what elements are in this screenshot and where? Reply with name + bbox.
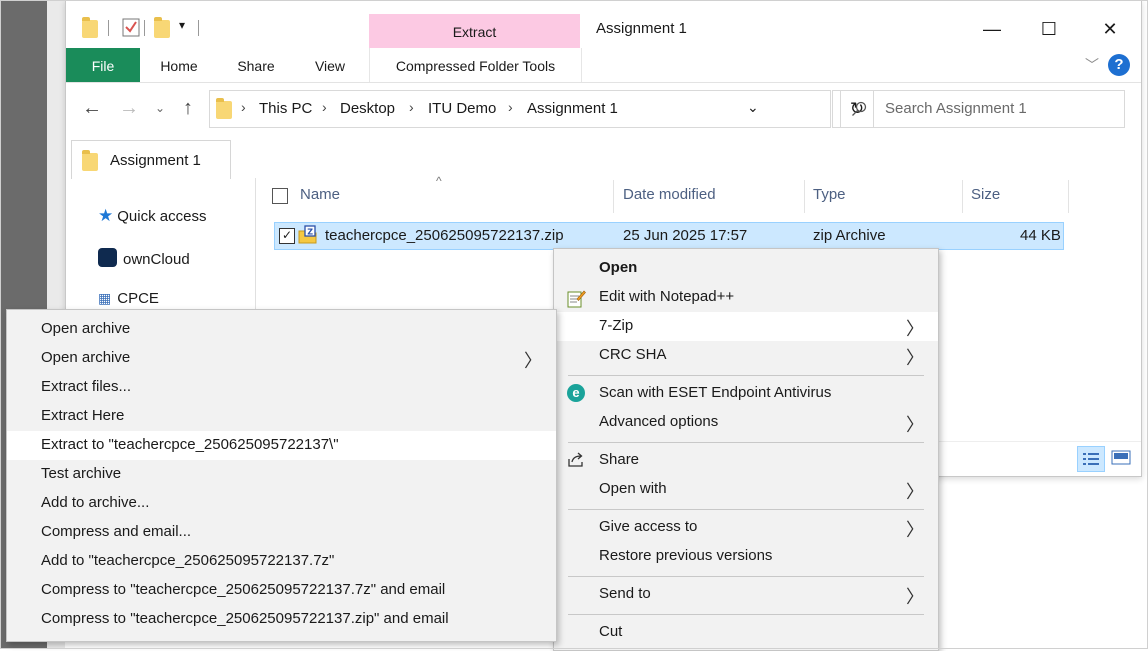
- building-icon: ▦: [98, 290, 112, 306]
- toolbar-separator: [108, 20, 109, 36]
- chevron-right-icon: 〉: [906, 520, 924, 540]
- help-icon[interactable]: ?: [1108, 54, 1130, 76]
- tab-file[interactable]: File: [66, 48, 140, 82]
- submenu-item-compress-zip-email[interactable]: Compress to "teachercpce_250625095722137…: [7, 605, 556, 634]
- close-button[interactable]: ✕: [1087, 10, 1133, 48]
- select-all-checkbox[interactable]: [272, 188, 288, 204]
- menu-item-open-with[interactable]: Open with 〉: [554, 475, 938, 504]
- customize-quick-access-icon[interactable]: ▾: [179, 18, 185, 40]
- submenu-item-extract-to-folder[interactable]: Extract to "teachercpce_250625095722137\…: [7, 431, 556, 460]
- properties-check-icon[interactable]: [122, 17, 140, 39]
- ribbon-tabs: File Home Share View Compressed Folder T…: [66, 48, 1141, 83]
- nav-item-quick-access[interactable]: ★ Quick access: [98, 206, 206, 226]
- notepad-plus-plus-icon: [567, 290, 586, 308]
- chevron-right-icon: ›: [241, 99, 246, 115]
- column-header-type[interactable]: Type: [813, 186, 846, 212]
- chevron-right-icon: 〉: [906, 587, 924, 607]
- submenu-item-open-archive-sub[interactable]: Open archive 〉: [7, 344, 556, 373]
- row-checkbox[interactable]: ✓: [279, 228, 295, 244]
- recent-locations-chevron-icon[interactable]: ⌄: [148, 94, 172, 122]
- chevron-right-icon: ›: [322, 99, 327, 115]
- owncloud-icon: [98, 248, 117, 267]
- menu-item-edit-with-notepad[interactable]: Edit with Notepad++: [554, 283, 938, 312]
- sort-ascending-icon: ^: [436, 174, 442, 188]
- chevron-right-icon: 〉: [524, 351, 542, 371]
- menu-item-give-access[interactable]: Give access to 〉: [554, 513, 938, 542]
- navigation-bar: ← → ⌄ ↑ › This PC › Desktop › ITU Demo ›…: [66, 82, 1141, 132]
- submenu-item-add-to-archive[interactable]: Add to archive...: [7, 489, 556, 518]
- chevron-right-icon: 〉: [906, 415, 924, 435]
- share-icon: [568, 452, 583, 467]
- breadcrumb-desktop[interactable]: Desktop: [340, 100, 395, 117]
- folder-icon: [82, 150, 98, 171]
- svg-text:Z: Z: [307, 228, 313, 237]
- extract-contextual-tab[interactable]: Extract: [369, 14, 580, 48]
- folder-icon: [216, 98, 232, 119]
- tab-home[interactable]: Home: [146, 48, 212, 82]
- menu-item-send-to[interactable]: Send to 〉: [554, 580, 938, 609]
- maximize-button[interactable]: ☐: [1026, 10, 1072, 48]
- context-menu: Open Edit with Notepad++ 7-Zip 〉 CRC SHA…: [553, 248, 939, 651]
- file-date-modified: 25 Jun 2025 17:57: [623, 227, 748, 244]
- file-type: zip Archive: [813, 227, 886, 244]
- details-view-icon[interactable]: [1077, 446, 1105, 472]
- chevron-right-icon: 〉: [906, 348, 924, 368]
- tab-share[interactable]: Share: [226, 48, 286, 82]
- column-header-name[interactable]: Name: [300, 186, 340, 212]
- nav-item-cpce[interactable]: ▦ CPCE: [98, 290, 159, 307]
- search-placeholder: Search Assignment 1: [885, 100, 1027, 117]
- submenu-item-compress-and-email[interactable]: Compress and email...: [7, 518, 556, 547]
- table-row[interactable]: ✓ Z teachercpce_250625095722137.zip 25 J…: [274, 222, 1064, 250]
- submenu-item-open-archive[interactable]: Open archive: [7, 315, 556, 344]
- zip-archive-icon: Z: [298, 225, 317, 244]
- menu-item-7zip[interactable]: 7-Zip 〉: [554, 312, 938, 341]
- submenu-item-extract-files[interactable]: Extract files...: [7, 373, 556, 402]
- column-header-size[interactable]: Size: [971, 186, 1000, 212]
- toolbar-separator: [198, 20, 199, 36]
- breadcrumb-itu-demo[interactable]: ITU Demo: [428, 100, 496, 117]
- file-name: teachercpce_250625095722137.zip: [325, 227, 564, 244]
- address-dropdown-icon[interactable]: ⌄: [747, 99, 759, 116]
- window-title: Assignment 1: [596, 20, 687, 37]
- submenu-item-compress-7z-email[interactable]: Compress to "teachercpce_250625095722137…: [7, 576, 556, 605]
- up-arrow-icon[interactable]: ↑: [176, 94, 200, 122]
- back-arrow-icon[interactable]: ←: [80, 94, 104, 122]
- title-bar: ▾ Extract Assignment 1 — ☐ ✕: [66, 0, 1141, 48]
- 7zip-submenu: Open archive Open archive 〉 Extract files…: [6, 309, 557, 642]
- forward-arrow-icon[interactable]: →: [117, 94, 141, 122]
- chevron-right-icon: 〉: [906, 319, 924, 339]
- tab-compressed-folder-tools[interactable]: Compressed Folder Tools: [369, 48, 582, 82]
- nav-item-owncloud[interactable]: ownCloud: [98, 248, 190, 268]
- minimize-button[interactable]: —: [969, 10, 1015, 48]
- toolbar-separator: [144, 20, 145, 36]
- eset-icon: e: [567, 384, 585, 402]
- file-size: 44 KB: [1020, 227, 1061, 244]
- submenu-item-add-to-7z[interactable]: Add to "teachercpce_250625095722137.7z": [7, 547, 556, 576]
- large-icons-view-icon[interactable]: [1110, 448, 1132, 468]
- submenu-item-extract-here[interactable]: Extract Here: [7, 402, 556, 431]
- submenu-item-test-archive[interactable]: Test archive: [7, 460, 556, 489]
- chevron-right-icon: 〉: [906, 482, 924, 502]
- chevron-right-icon: ›: [508, 99, 513, 115]
- search-input[interactable]: Search Assignment 1: [832, 90, 1125, 128]
- search-icon: [852, 101, 867, 116]
- folder-tab-label: Assignment 1: [110, 152, 201, 169]
- menu-item-scan-eset[interactable]: e Scan with ESET Endpoint Antivirus: [554, 379, 938, 408]
- menu-item-restore-previous-versions[interactable]: Restore previous versions: [554, 542, 938, 571]
- breadcrumb-this-pc[interactable]: This PC: [259, 100, 312, 117]
- menu-item-crc-sha[interactable]: CRC SHA 〉: [554, 341, 938, 370]
- chevron-right-icon: ›: [409, 99, 414, 115]
- column-header-date-modified[interactable]: Date modified: [623, 186, 716, 212]
- breadcrumb-assignment-1[interactable]: Assignment 1: [527, 100, 618, 117]
- menu-item-open[interactable]: Open: [554, 254, 938, 283]
- star-icon: ★: [98, 206, 114, 225]
- folder-tab-strip: Assignment 1: [66, 132, 1141, 179]
- menu-item-share[interactable]: Share: [554, 446, 938, 475]
- folder-tab-assignment-1[interactable]: Assignment 1: [71, 140, 231, 179]
- chevron-down-icon[interactable]: ﹀: [1085, 54, 1099, 76]
- menu-item-cut[interactable]: Cut: [554, 618, 938, 647]
- address-bar[interactable]: › This PC › Desktop › ITU Demo › Assignm…: [209, 90, 831, 128]
- tab-view[interactable]: View: [302, 48, 358, 82]
- menu-item-advanced-options[interactable]: Advanced options 〉: [554, 408, 938, 437]
